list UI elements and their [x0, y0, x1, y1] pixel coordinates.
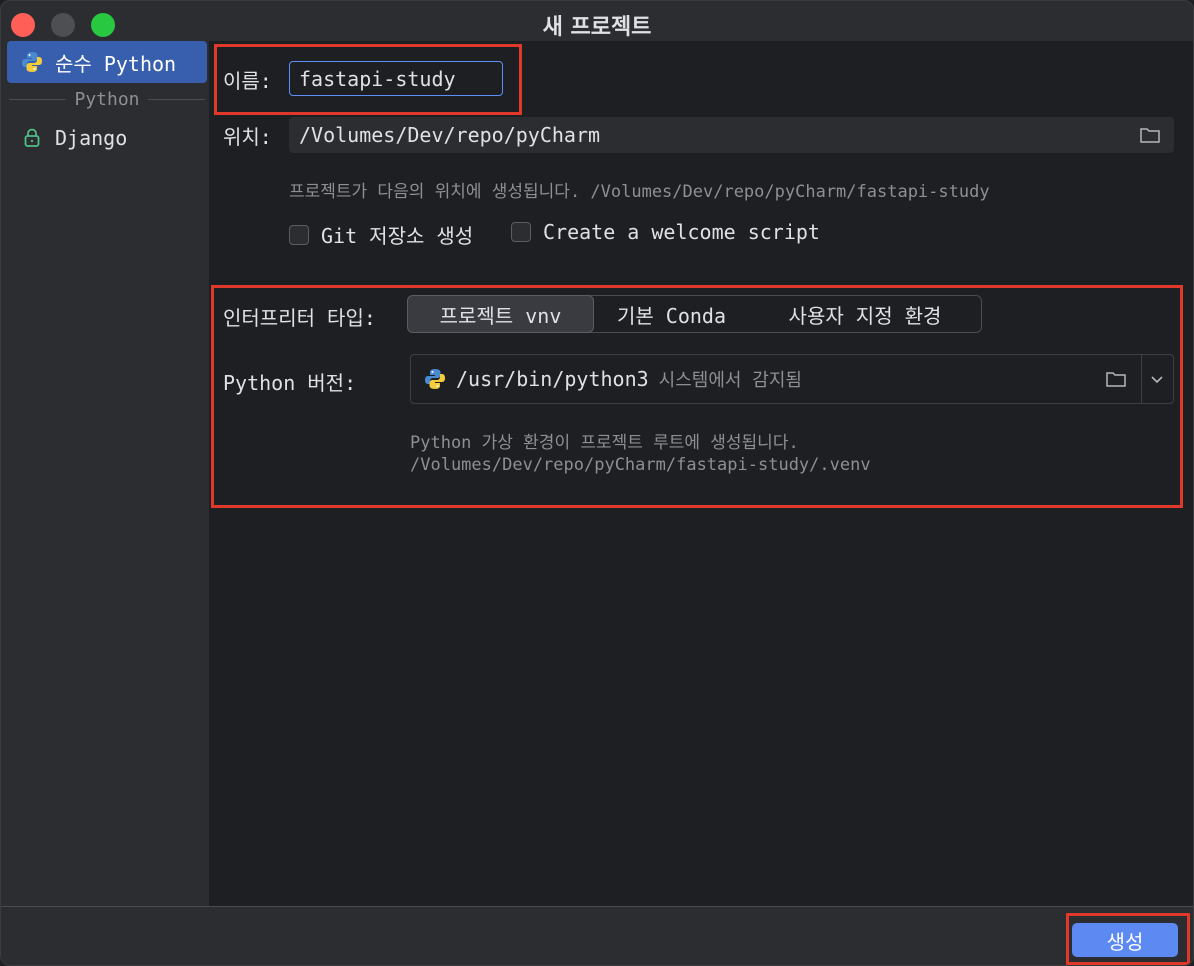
- folder-icon[interactable]: [1139, 125, 1163, 145]
- python-icon: [424, 368, 446, 390]
- welcome-script-checkbox[interactable]: Create a welcome script: [511, 220, 820, 244]
- sidebar-section-label: Python: [74, 88, 140, 110]
- project-name-input[interactable]: fastapi-study: [289, 61, 503, 96]
- sidebar-item-pure-python[interactable]: 순수 Python: [7, 41, 207, 83]
- create-button[interactable]: 생성: [1072, 923, 1178, 957]
- window-title: 새 프로젝트: [542, 15, 652, 40]
- separator-line: [147, 98, 205, 100]
- detected-hint: 시스템에서 감지됨: [658, 370, 802, 391]
- dropdown-divider: [1141, 355, 1142, 403]
- python-icon: [21, 51, 43, 73]
- venv-hint-line1: Python 가상 환경이 프로젝트 루트에 생성됩니다.: [410, 433, 799, 453]
- segment-base-conda[interactable]: 기본 Conda: [594, 296, 749, 332]
- name-label: 이름:: [223, 69, 272, 93]
- git-repo-checkbox[interactable]: Git 저장소 생성: [289, 220, 473, 249]
- title-bar: 새 프로젝트: [1, 1, 1193, 45]
- location-value: /Volumes/Dev/repo/pyCharm: [299, 123, 601, 147]
- git-repo-checkbox-label: Git 저장소 생성: [321, 224, 474, 248]
- project-type-sidebar: 순수 Python Python Django: [1, 41, 209, 907]
- segment-project-venv[interactable]: 프로젝트 vnv: [407, 295, 594, 333]
- dialog-footer: 생성: [1, 906, 1193, 965]
- sidebar-item-label: 순수 Python: [55, 51, 177, 76]
- project-settings-panel: 이름: fastapi-study 위치: /Volumes/Dev/repo/…: [209, 41, 1193, 907]
- location-input[interactable]: /Volumes/Dev/repo/pyCharm: [289, 117, 1174, 153]
- python-version-value: /usr/bin/python3: [456, 367, 649, 391]
- venv-hint-line2: /Volumes/Dev/repo/pyCharm/fastapi-study/…: [410, 455, 871, 475]
- separator-line: [9, 98, 67, 100]
- welcome-script-checkbox-label: Create a welcome script: [543, 220, 820, 244]
- interpreter-type-segmented-control: 프로젝트 vnv 기본 Conda 사용자 지정 환경: [407, 295, 982, 333]
- folder-icon[interactable]: [1105, 369, 1129, 389]
- checkbox-box[interactable]: [289, 224, 309, 245]
- project-name-value: fastapi-study: [299, 66, 456, 91]
- python-version-label: Python 버전:: [223, 371, 357, 395]
- checkbox-box[interactable]: [511, 222, 531, 242]
- sidebar-section-separator: Python: [9, 87, 205, 111]
- location-hint: 프로젝트가 다음의 위치에 생성됩니다. /Volumes/Dev/repo/p…: [289, 182, 990, 202]
- python-version-select[interactable]: /usr/bin/python3 시스템에서 감지됨: [410, 354, 1174, 404]
- interpreter-type-label: 인터프리터 타입:: [223, 306, 376, 330]
- new-project-dialog: 새 프로젝트 순수 Python Python Django 이름: fasta…: [0, 0, 1194, 966]
- sidebar-item-django[interactable]: Django: [7, 117, 207, 159]
- location-label: 위치:: [223, 125, 272, 149]
- sidebar-item-label: Django: [55, 126, 128, 150]
- segment-custom-environment[interactable]: 사용자 지정 환경: [749, 296, 981, 332]
- chevron-down-icon[interactable]: [1149, 371, 1173, 391]
- lock-icon: [21, 127, 43, 149]
